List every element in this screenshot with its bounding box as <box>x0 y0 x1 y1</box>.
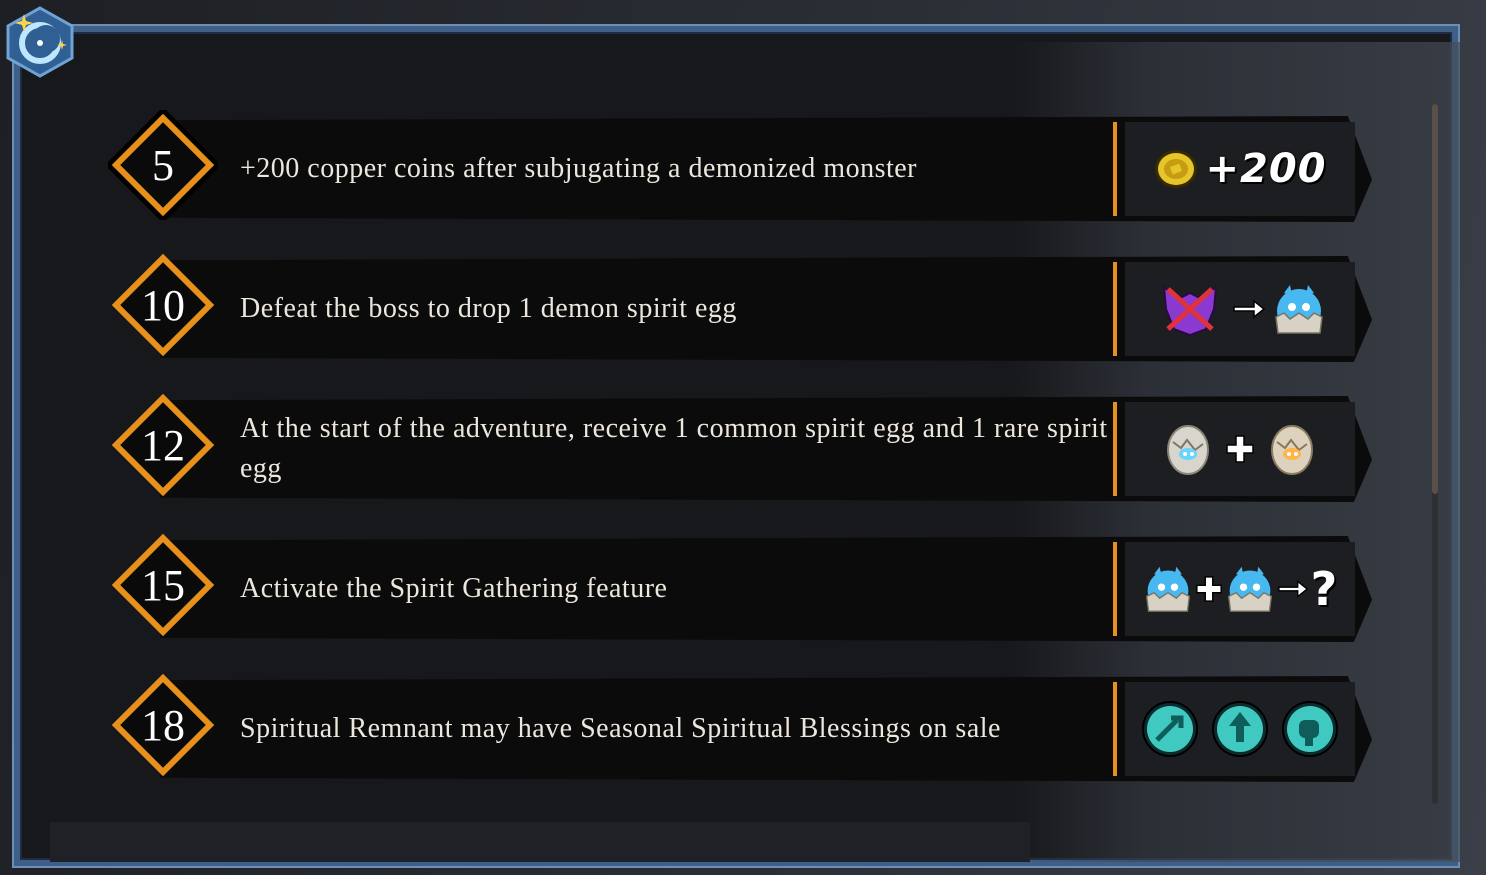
arrow-right-icon <box>1233 299 1266 319</box>
common-spirit-egg-icon <box>1167 425 1209 475</box>
copper-coin-icon <box>1155 150 1198 188</box>
row-divider <box>1113 122 1117 216</box>
milestone-description: Spiritual Remnant may have Seasonal Spir… <box>240 713 1001 744</box>
blessing-up-icon <box>1212 701 1268 757</box>
milestone-row: 15 Activate the Spirit Gathering feature… <box>100 524 1380 650</box>
boss-crossed-icon <box>1162 284 1218 337</box>
milestone-description: Defeat the boss to drop 1 demon spirit e… <box>240 293 737 324</box>
reward-box: ? <box>1125 542 1355 636</box>
reward-box <box>1125 682 1355 776</box>
reward-box <box>1125 402 1355 496</box>
milestone-description: At the start of the adventure, receive 1… <box>240 413 1108 484</box>
rare-spirit-egg-icon <box>1271 425 1313 475</box>
demon-spirit-egg-icon <box>1227 566 1272 612</box>
milestone-description: Activate the Spirit Gathering feature <box>240 573 668 604</box>
demon-spirit-egg-icon <box>1275 285 1323 334</box>
scrollbar-thumb[interactable] <box>1432 104 1438 494</box>
milestone-description: +200 copper coins after subjugating a de… <box>240 153 917 184</box>
row-divider <box>1113 262 1117 356</box>
level-number: 12 <box>141 420 185 470</box>
arrow-right-icon <box>1277 580 1308 598</box>
scrollbar[interactable] <box>1432 104 1438 804</box>
milestone-row: 5 +200 copper coins after subjugating a … <box>100 104 1380 230</box>
question-mark: ? <box>1310 562 1338 616</box>
row-divider <box>1113 402 1117 496</box>
level-number: 5 <box>152 140 174 190</box>
blessing-strike-icon <box>1142 701 1198 757</box>
level-number: 18 <box>141 700 185 750</box>
reward-box: +200 <box>1125 122 1355 216</box>
level-number: 15 <box>141 560 185 610</box>
panel-shade-bottom <box>50 822 1030 862</box>
plus-icon <box>1226 435 1254 463</box>
spirit-moon-badge-icon <box>6 6 74 78</box>
row-divider <box>1113 542 1117 636</box>
coin-amount: +200 <box>1205 146 1327 192</box>
milestone-row: 18 Spiritual Remnant may have Seasonal S… <box>100 664 1380 790</box>
milestone-row: 10 Defeat the boss to drop 1 demon spiri… <box>100 244 1380 370</box>
level-number: 10 <box>141 280 185 330</box>
reward-box <box>1125 262 1355 356</box>
blessing-fist-icon <box>1282 701 1338 757</box>
row-divider <box>1113 682 1117 776</box>
milestone-row: 12 At the start of the adventure, receiv… <box>100 384 1380 510</box>
plus-icon <box>1195 576 1222 602</box>
demon-spirit-egg-icon <box>1145 566 1190 612</box>
